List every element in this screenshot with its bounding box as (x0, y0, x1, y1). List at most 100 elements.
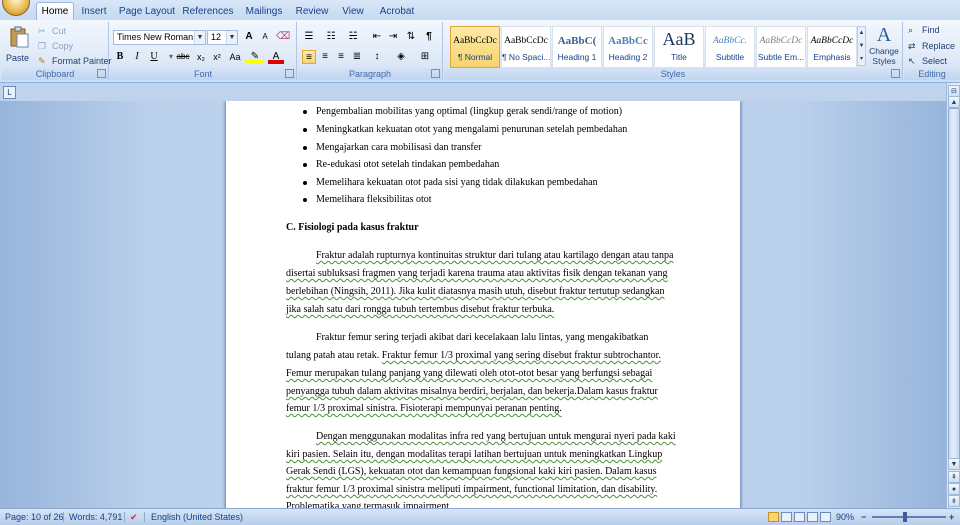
zoom-in-icon[interactable]: + (949, 509, 954, 525)
scroll-down-icon[interactable]: ▼ (948, 458, 960, 470)
chevron-down-icon: ▼ (226, 31, 237, 44)
grow-font-button[interactable]: A (242, 30, 256, 44)
style-emphasis[interactable]: AaBbCcDc Emphasis (807, 26, 857, 68)
cut-button[interactable]: ✂ Cut (38, 25, 98, 37)
superscript-button[interactable]: x² (210, 50, 224, 64)
multilevel-list-icon[interactable]: ☵ (346, 30, 360, 44)
style-subtle-emphasis[interactable]: AaBbCcDc Subtle Em... (756, 26, 806, 68)
paragraph-line: fraktur femur 1/3 proximal sinistra meli… (286, 484, 658, 495)
full-screen-reading-view-icon[interactable] (781, 512, 792, 522)
zoom-slider-thumb[interactable] (903, 512, 907, 522)
clipboard-icon (10, 26, 29, 48)
style-sample: AaBbCc. (712, 36, 748, 46)
style-subtitle[interactable]: AaBbCc. Subtitle (705, 26, 755, 68)
office-button[interactable] (2, 0, 30, 16)
tab-acrobat[interactable]: Acrobat (376, 3, 418, 20)
font-size-select[interactable]: 12 ▼ (207, 30, 238, 45)
replace-label: Replace (922, 41, 956, 51)
style-heading-2[interactable]: AaBbCc Heading 2 (603, 26, 653, 68)
decrease-indent-icon[interactable]: ⇤ (370, 30, 384, 44)
outline-view-icon[interactable] (807, 512, 818, 522)
paragraph-line: Fraktur adalah rupturnya kontinuitas str… (316, 250, 674, 261)
zoom-out-icon[interactable]: − (861, 509, 866, 525)
replace-button[interactable]: ⇄ Replace (908, 40, 960, 53)
paragraph-segment: Fraktur femur 1/3 proximal yang sering d… (381, 350, 661, 361)
paragraph-line: kiri pasien. Selain itu, dengan modalita… (286, 449, 663, 460)
shading-icon[interactable]: ◈ (394, 50, 408, 64)
tab-review[interactable]: Review (294, 3, 330, 20)
page-count[interactable]: Page: 10 of 26 (5, 509, 64, 525)
subscript-button[interactable]: x₂ (194, 50, 208, 64)
highlighter-icon[interactable]: ✎ (246, 50, 264, 64)
zoom-slider-track[interactable] (872, 516, 946, 518)
tab-insert[interactable]: Insert (76, 3, 112, 20)
scroll-up-icon[interactable]: ▲ (948, 96, 960, 108)
bullets-icon[interactable]: ☰ (302, 30, 316, 44)
select-browse-object-icon[interactable]: ● (948, 483, 960, 495)
next-page-icon[interactable]: ⇟ (948, 495, 960, 507)
clipboard-dialog-launcher[interactable] (97, 69, 106, 78)
paragraph-group-label: Paragraph (298, 68, 442, 80)
copy-button[interactable]: ❐ Copy (38, 40, 98, 52)
paragraph-dialog-launcher[interactable] (431, 69, 440, 78)
style-title[interactable]: AaB Title (654, 26, 704, 68)
style-sample: AaBbCcDc (504, 36, 548, 46)
change-case-button[interactable]: Aa (226, 50, 244, 64)
style-sample: AaBbCc (608, 35, 648, 47)
font-dialog-launcher[interactable] (285, 69, 294, 78)
tab-view[interactable]: View (338, 3, 368, 20)
paragraph-group: ☰ ☷ ☵ ⇤ ⇥ ⇅ ¶ ≡ ≡ ≡ ≣ ↕ ◈ ⊞ Paragraph (298, 22, 443, 80)
proofing-icon[interactable]: ✔ (130, 509, 138, 525)
tab-selector-icon[interactable]: L (3, 86, 16, 99)
paintbrush-icon: ✎ (38, 56, 46, 66)
draft-view-icon[interactable] (820, 512, 831, 522)
sort-icon[interactable]: ⇅ (404, 30, 418, 44)
previous-page-icon[interactable]: ⇞ (948, 471, 960, 483)
styles-gallery-scroll[interactable]: ▲ ▼ ▾ (857, 26, 866, 66)
tab-page-layout[interactable]: Page Layout (118, 3, 176, 20)
style-name: Title (671, 52, 687, 62)
align-right-icon[interactable]: ≡ (334, 50, 348, 64)
numbering-icon[interactable]: ☷ (324, 30, 338, 44)
tab-home[interactable]: Home (36, 2, 74, 21)
style-no-spacing[interactable]: AaBbCcDc ¶ No Spaci... (501, 26, 551, 68)
web-layout-view-icon[interactable] (794, 512, 805, 522)
shrink-font-button[interactable]: A (258, 30, 272, 44)
tab-references[interactable]: References (182, 3, 234, 20)
style-name: Heading 2 (608, 52, 648, 62)
paragraph-line: penyangga tubuh dalam aktivitas misalnya… (286, 386, 658, 397)
italic-button[interactable]: I (130, 50, 144, 64)
language-indicator[interactable]: English (United States) (151, 509, 243, 525)
vertical-scrollbar[interactable]: ⊟ ▲ ▼ ⇞ ● ⇟ (946, 83, 960, 508)
select-button[interactable]: ↖ Select (908, 55, 958, 68)
print-layout-view-icon[interactable] (768, 512, 779, 522)
justify-icon[interactable]: ≣ (350, 50, 364, 64)
bold-button[interactable]: B (113, 50, 127, 64)
change-styles-button[interactable]: A Change Styles (868, 24, 900, 68)
copy-label: Copy (52, 41, 74, 51)
clear-formatting-icon[interactable]: ⌫ (276, 30, 290, 44)
style-heading-1[interactable]: AaBbC( Heading 1 (552, 26, 602, 68)
format-painter-button[interactable]: ✎ Format Painter (38, 55, 112, 67)
line-spacing-icon[interactable]: ↕ (370, 50, 384, 64)
strikethrough-button[interactable]: abc (174, 50, 192, 64)
increase-indent-icon[interactable]: ⇥ (386, 30, 400, 44)
document-page[interactable]: Pengembalian mobilitas yang optimal (lin… (226, 101, 740, 508)
font-color-button[interactable]: A (268, 50, 284, 64)
style-normal[interactable]: AaBbCcDc ¶ Normal (450, 26, 500, 68)
align-left-icon[interactable]: ≡ (302, 50, 316, 64)
scroll-thumb[interactable] (948, 108, 960, 468)
style-name: Subtitle (715, 52, 745, 62)
show-formatting-button[interactable]: ¶ (422, 30, 436, 44)
paste-button[interactable]: Paste (5, 24, 33, 68)
styles-dialog-launcher[interactable] (891, 69, 900, 78)
font-family-select[interactable]: Times New Roman ▼ (113, 30, 206, 45)
word-count[interactable]: Words: 4,791 (69, 509, 122, 525)
align-center-icon[interactable]: ≡ (318, 50, 332, 64)
tab-mailings[interactable]: Mailings (242, 3, 286, 20)
zoom-level[interactable]: 90% (836, 509, 854, 525)
underline-button[interactable]: U (147, 50, 161, 64)
paragraph-line: Gerak Sendi (LGS), kekuatan otot dan kem… (286, 466, 657, 477)
borders-icon[interactable]: ⊞ (418, 50, 432, 64)
find-button[interactable]: ⌕ Find (908, 24, 958, 37)
